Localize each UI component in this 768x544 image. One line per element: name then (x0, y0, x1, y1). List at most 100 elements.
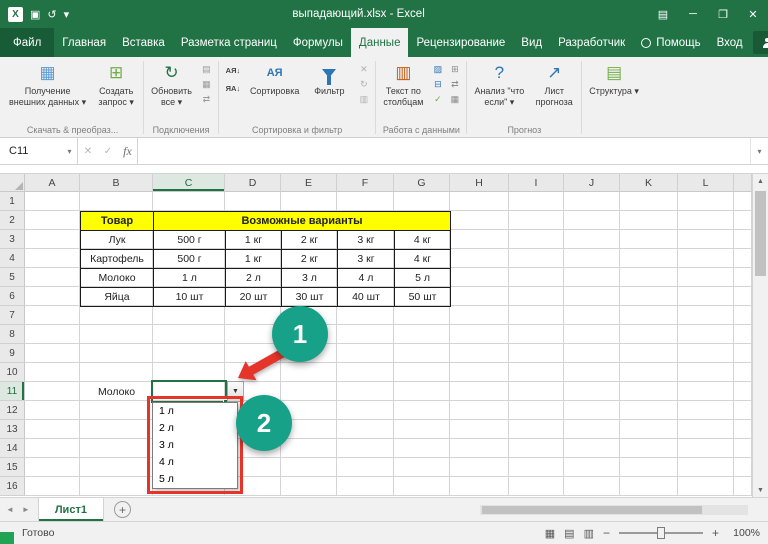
cell-J9[interactable] (564, 344, 620, 363)
dropdown-option-3[interactable]: 3 л (153, 437, 237, 454)
cell-K12[interactable] (620, 401, 678, 420)
cell-C8[interactable] (153, 325, 225, 344)
cell-H6[interactable] (450, 287, 509, 306)
cell-K14[interactable] (620, 439, 678, 458)
cell-J8[interactable] (564, 325, 620, 344)
tab-данные[interactable]: Данные (350, 28, 409, 57)
cell-G9[interactable] (394, 344, 450, 363)
cell-G1[interactable] (394, 192, 450, 211)
cell-A3[interactable] (25, 230, 80, 249)
properties-icon[interactable]: ▦ (198, 77, 215, 92)
share-button[interactable]: Общий доступ (752, 31, 768, 54)
cell-G10[interactable] (394, 363, 450, 382)
relationships-icon[interactable]: ⇄ (446, 77, 463, 92)
cell-J7[interactable] (564, 306, 620, 325)
cell-J12[interactable] (564, 401, 620, 420)
text-to-columns-button[interactable]: ▥ Текст по столбцам (378, 58, 428, 107)
cell-A1[interactable] (25, 192, 80, 211)
cell-D10[interactable] (225, 363, 281, 382)
cell-F11[interactable] (337, 382, 394, 401)
variant-cell[interactable]: 3 л (281, 268, 338, 288)
column-header-G[interactable]: G (394, 174, 450, 192)
vertical-scrollbar[interactable]: ▲ ▼ (752, 174, 768, 498)
cell-E15[interactable] (281, 458, 337, 477)
cell-J1[interactable] (564, 192, 620, 211)
cell-L3[interactable] (678, 230, 734, 249)
cell-J5[interactable] (564, 268, 620, 287)
cell-b11-value[interactable]: Молоко (80, 382, 153, 401)
new-query-button[interactable]: ⊞ Создать запрос ▾ (91, 58, 141, 107)
sort-a-to-z-button[interactable]: АЯ↓ (222, 63, 244, 78)
tab-рецензирование[interactable]: Рецензирование (408, 28, 513, 57)
cell-H5[interactable] (450, 268, 509, 287)
add-sheet-button[interactable]: + (113, 501, 131, 518)
select-all-corner[interactable] (0, 174, 25, 192)
cell-I13[interactable] (509, 420, 564, 439)
column-header-D[interactable]: D (225, 174, 281, 192)
edit-links-icon[interactable]: ⇄ (198, 92, 215, 107)
variant-cell[interactable]: 3 кг (337, 249, 395, 269)
cell-K5[interactable] (620, 268, 678, 287)
cell-G15[interactable] (394, 458, 450, 477)
cell-H15[interactable] (450, 458, 509, 477)
filter-button[interactable]: Фильтр (304, 58, 354, 97)
cell-D7[interactable] (225, 306, 281, 325)
normal-view-icon[interactable]: ▦ (545, 527, 555, 540)
cell-J6[interactable] (564, 287, 620, 306)
advanced-filter-icon[interactable]: ▥ (355, 92, 372, 107)
cell-F14[interactable] (337, 439, 394, 458)
tab-разметка-страниц[interactable]: Разметка страниц (173, 28, 285, 57)
row-header-2[interactable]: 2 (0, 211, 25, 230)
column-header-K[interactable]: K (620, 174, 678, 192)
insert-function-icon[interactable]: fx (118, 138, 138, 164)
expand-formula-bar-icon[interactable]: ▾ (750, 138, 768, 164)
close-button[interactable]: ✕ (738, 0, 768, 28)
cell-H16[interactable] (450, 477, 509, 496)
cell-G14[interactable] (394, 439, 450, 458)
cell-A16[interactable] (25, 477, 80, 496)
cell-E14[interactable] (281, 439, 337, 458)
enter-icon[interactable]: ✓ (98, 138, 118, 164)
column-header-B[interactable]: B (80, 174, 153, 192)
cell-A12[interactable] (25, 401, 80, 420)
cell-B15[interactable] (80, 458, 153, 477)
cell-I1[interactable] (509, 192, 564, 211)
cell-E16[interactable] (281, 477, 337, 496)
cell-I12[interactable] (509, 401, 564, 420)
data-validation-icon[interactable]: ✓ (429, 92, 446, 107)
scroll-up-icon[interactable]: ▲ (753, 174, 768, 189)
variant-cell[interactable]: 2 л (225, 268, 282, 288)
prev-sheet-icon[interactable]: ◄ (6, 505, 14, 514)
variant-cell[interactable]: 2 кг (281, 249, 338, 269)
variant-cell[interactable]: 50 шт (393, 287, 452, 307)
cell-B13[interactable] (80, 420, 153, 439)
next-sheet-icon[interactable]: ► (22, 505, 30, 514)
cell-A7[interactable] (25, 306, 80, 325)
get-external-data-button[interactable]: ▦ Получение внешних данных ▾ (4, 58, 91, 107)
sort-button[interactable]: АЯ Сортировка (245, 58, 304, 97)
cell-G8[interactable] (394, 325, 450, 344)
what-if-analysis-button[interactable]: ? Анализ "что если" ▾ (469, 58, 529, 107)
cell-E11[interactable] (281, 382, 337, 401)
flash-fill-icon[interactable]: ▨ (429, 62, 446, 77)
cell-G7[interactable] (394, 306, 450, 325)
cell-K3[interactable] (620, 230, 678, 249)
sign-in-button[interactable]: Вход (709, 37, 751, 49)
cell-A6[interactable] (25, 287, 80, 306)
variant-cell[interactable]: 10 шт (153, 287, 226, 307)
cell-L5[interactable] (678, 268, 734, 287)
cell-B8[interactable] (80, 325, 153, 344)
cell-G16[interactable] (394, 477, 450, 496)
cell-J15[interactable] (564, 458, 620, 477)
cell-E10[interactable] (281, 363, 337, 382)
variant-cell[interactable]: 1 кг (225, 230, 282, 250)
cell-H13[interactable] (450, 420, 509, 439)
cell-C1[interactable] (153, 192, 225, 211)
cell-G11[interactable] (394, 382, 450, 401)
cell-H11[interactable] (450, 382, 509, 401)
tell-me-button[interactable]: Помощь (633, 37, 708, 49)
remove-duplicates-icon[interactable]: ⊟ (429, 77, 446, 92)
cell-K16[interactable] (620, 477, 678, 496)
cell-H10[interactable] (450, 363, 509, 382)
cell-L7[interactable] (678, 306, 734, 325)
